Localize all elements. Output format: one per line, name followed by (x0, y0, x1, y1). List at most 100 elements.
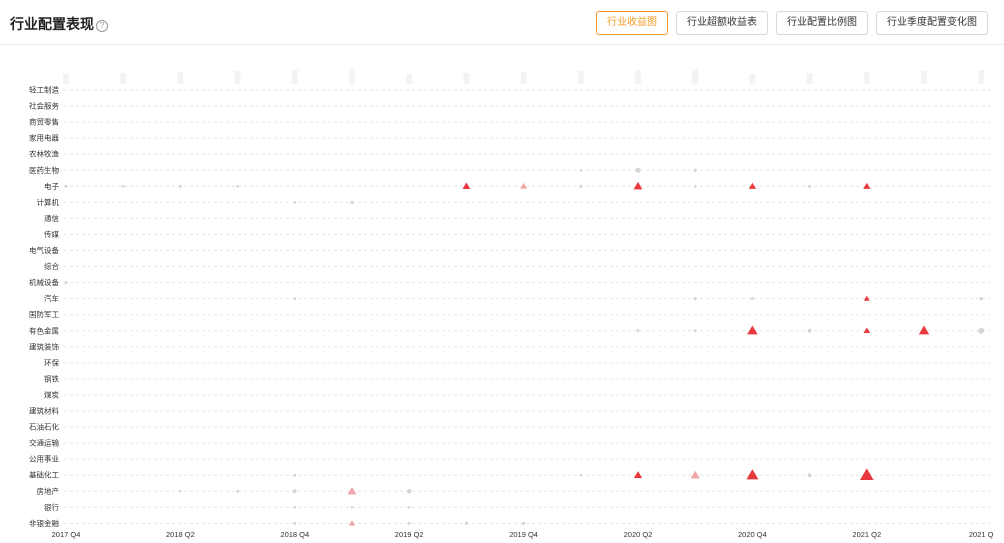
data-point (693, 168, 697, 172)
x-tick-label: 2018 Q2 (166, 530, 195, 539)
data-point (863, 182, 871, 189)
data-point (690, 470, 700, 479)
top-band-bar (234, 71, 241, 84)
category-label: 传媒 (44, 229, 59, 239)
top-band-bar (63, 74, 69, 84)
category-label: 社会服务 (29, 101, 59, 111)
data-point (635, 167, 641, 173)
data-point (179, 489, 182, 493)
data-point (579, 184, 583, 188)
data-point (807, 473, 812, 478)
data-point (979, 297, 983, 301)
category-label: 机械设备 (29, 277, 59, 287)
data-point (633, 471, 643, 479)
category-label: 汽车 (44, 293, 59, 303)
data-point (918, 325, 930, 335)
data-point (293, 297, 297, 300)
top-band-bar (978, 70, 985, 84)
data-point (350, 505, 354, 509)
category-label: 电子 (44, 181, 59, 191)
category-label: 银行 (44, 502, 59, 512)
x-tick-label: 2019 Q4 (509, 530, 538, 539)
top-band-bar (692, 69, 699, 84)
x-tick-label: 2020 Q2 (624, 530, 653, 539)
category-label: 医药生物 (29, 165, 59, 175)
category-label: 家用电器 (29, 133, 59, 143)
category-label: 基础化工 (29, 470, 59, 480)
data-point (807, 328, 812, 333)
data-point (293, 473, 297, 477)
top-band-bar (349, 69, 355, 84)
x-tick-label: 2018 Q4 (280, 530, 309, 539)
data-point (178, 184, 182, 188)
data-point (236, 184, 239, 188)
category-label: 煤炭 (44, 389, 59, 399)
top-band-bar (291, 70, 298, 84)
top-band-bar (177, 72, 184, 84)
data-point (292, 489, 297, 494)
category-label: 非银金融 (29, 518, 59, 528)
top-band-bar (863, 72, 870, 84)
industry-return-scatter-chart: 轻工制造社会服务商贸零售家用电器农林牧渔医药生物电子计算机通信传媒电气设备综合机… (29, 69, 994, 539)
data-point (693, 184, 697, 188)
top-band-bar (463, 73, 470, 84)
category-label: 钢铁 (44, 373, 59, 383)
x-tick-label: 2021 Q2 (852, 530, 881, 539)
data-point (520, 182, 528, 189)
data-point (750, 297, 754, 301)
data-point (636, 329, 640, 333)
category-label: 轻工制造 (29, 85, 59, 95)
data-point (693, 297, 697, 301)
category-label: 有色金属 (29, 325, 59, 335)
category-label: 房地产 (37, 486, 60, 496)
data-point (633, 181, 643, 190)
category-label: 商贸零售 (29, 117, 59, 127)
x-tick-label: 2020 Q4 (738, 530, 767, 539)
data-point (293, 521, 297, 525)
data-point (747, 325, 758, 335)
category-label: 石油石化 (29, 422, 59, 432)
data-point (406, 488, 412, 494)
x-tick-label: 2019 Q2 (395, 530, 424, 539)
top-band-bar (577, 71, 584, 84)
top-band-bar (806, 73, 813, 84)
data-point (236, 489, 240, 493)
top-band-bar (520, 72, 527, 84)
data-point (579, 473, 583, 477)
data-point (407, 505, 411, 509)
top-band-bar (635, 70, 641, 84)
data-point (746, 469, 759, 480)
top-band-bar (921, 71, 927, 84)
category-label: 建筑材料 (29, 406, 59, 416)
x-tick-label: 2021 Q (969, 530, 994, 539)
category-label: 农林牧渔 (29, 149, 59, 159)
data-point (464, 521, 469, 525)
category-label: 电气设备 (29, 245, 59, 255)
data-point (121, 184, 125, 188)
data-point (347, 486, 357, 495)
x-tick-label: 2017 Q4 (52, 530, 81, 539)
data-point (407, 521, 411, 525)
top-band-bar (749, 74, 756, 84)
data-point (521, 521, 526, 525)
data-point (748, 182, 756, 189)
data-point (579, 168, 583, 172)
data-point (64, 184, 68, 188)
data-point (808, 184, 812, 188)
category-label: 通信 (44, 213, 59, 223)
data-point (293, 505, 297, 509)
data-point (350, 200, 354, 204)
category-label: 国防军工 (29, 309, 59, 319)
data-point (860, 468, 874, 480)
data-point (293, 201, 297, 204)
category-label: 计算机 (37, 197, 60, 207)
category-label: 公用事业 (29, 454, 59, 464)
top-band-bar (120, 73, 127, 84)
data-point (978, 327, 985, 334)
top-band-bar (406, 74, 413, 84)
data-point (64, 281, 68, 285)
category-label: 综合 (44, 261, 59, 271)
category-label: 建筑装饰 (29, 341, 59, 351)
data-point (693, 329, 697, 333)
category-label: 环保 (44, 358, 59, 367)
